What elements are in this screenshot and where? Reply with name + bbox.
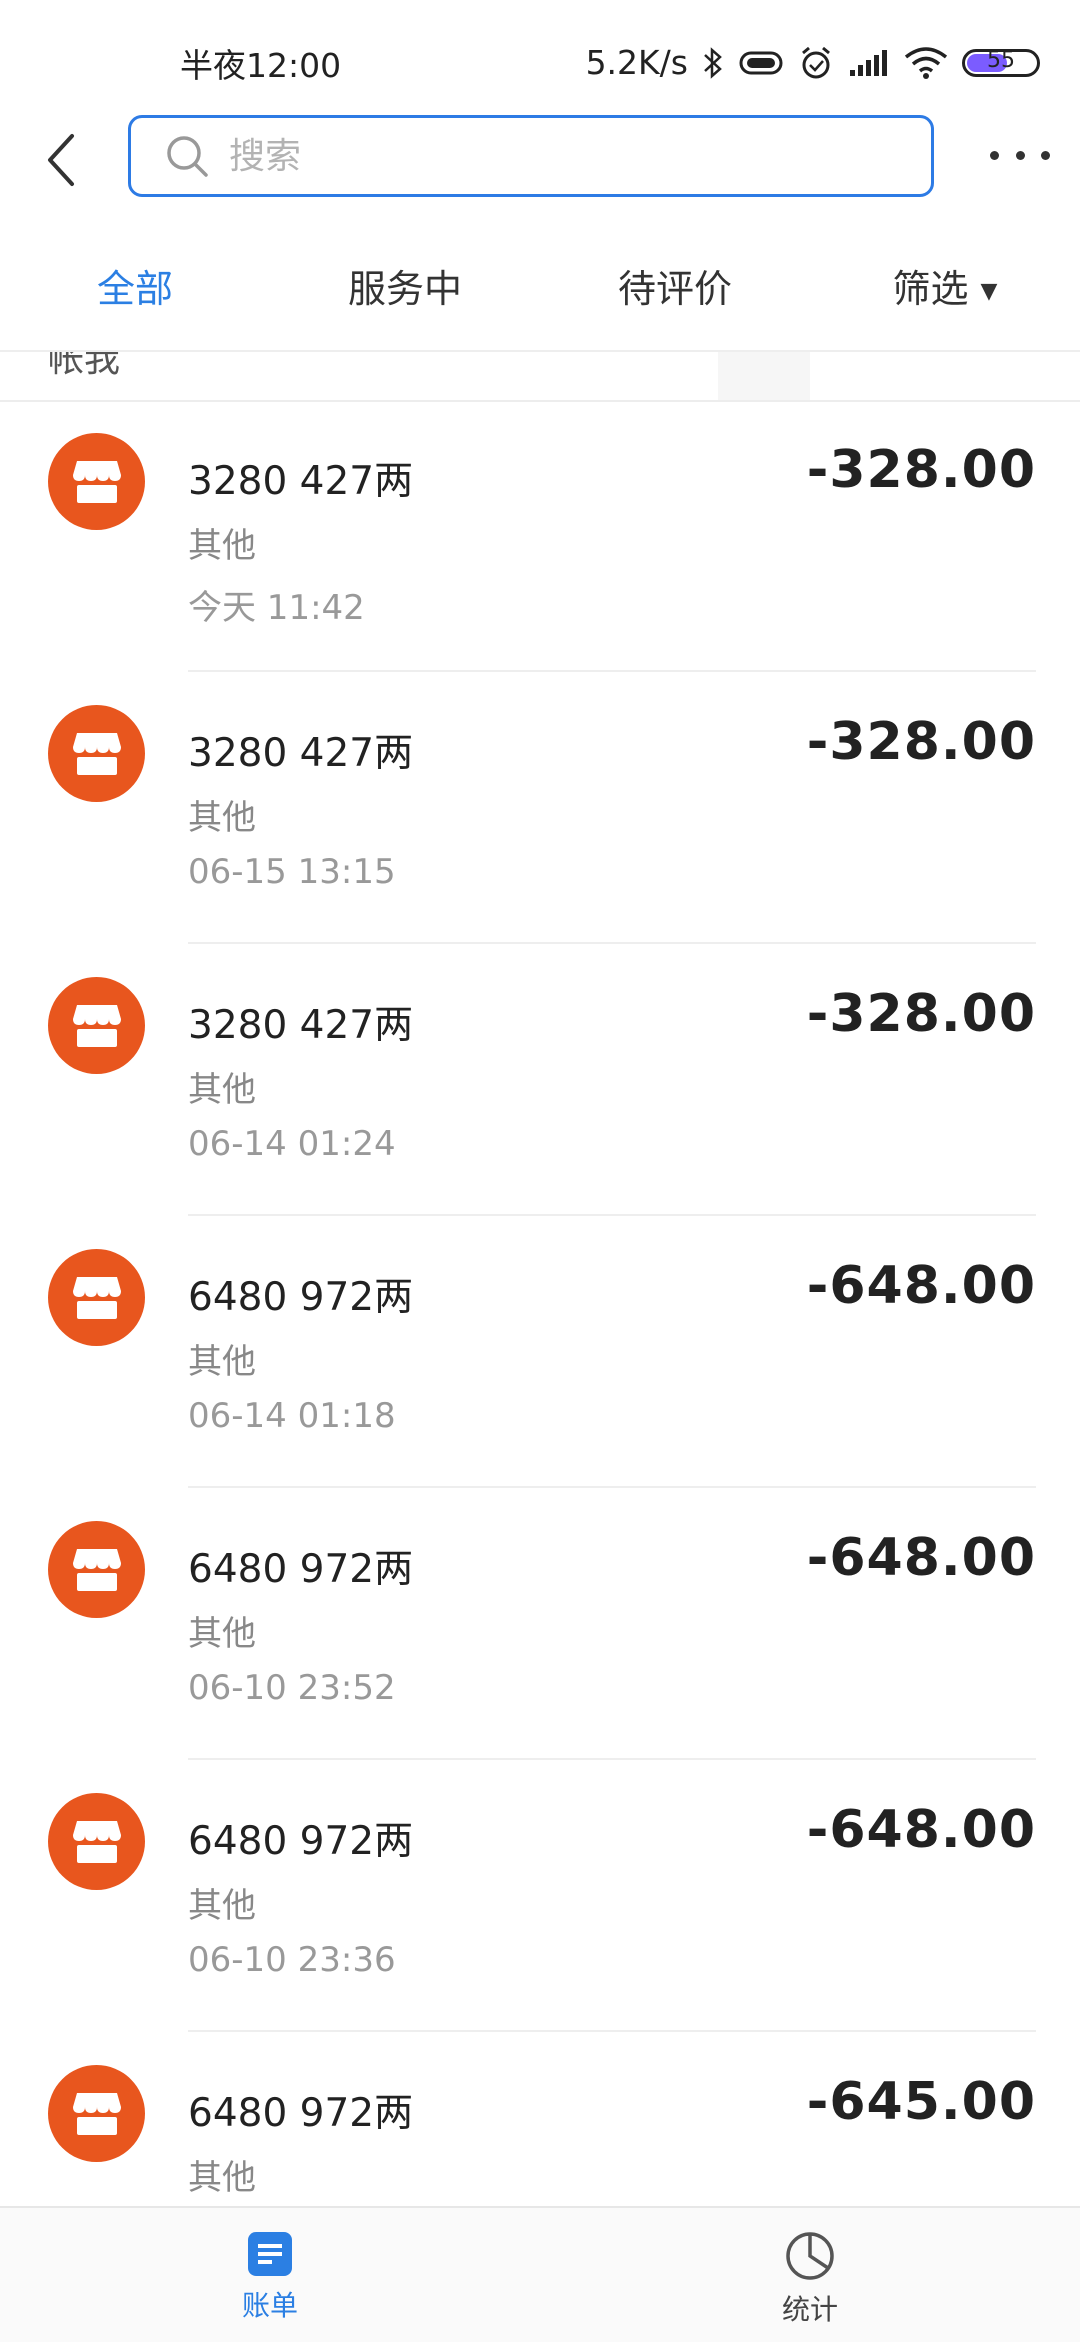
pie-chart-icon xyxy=(786,2232,834,2280)
wifi-icon xyxy=(904,46,948,79)
search-input[interactable] xyxy=(227,134,831,178)
partial-section-header: 帐我 xyxy=(0,352,1080,402)
bill-item[interactable]: 6480 972两 其他 06-10 23:36 -648.00 xyxy=(0,1760,1080,2032)
merchant-icon xyxy=(48,977,145,1074)
more-dot-icon xyxy=(1015,150,1025,160)
bill-category: 其他 xyxy=(188,1886,256,1926)
bill-category: 其他 xyxy=(188,526,256,566)
battery-indicator: 55 xyxy=(962,48,1040,77)
bill-item[interactable]: 6480 972两 其他 06-10 23:52 -648.00 xyxy=(0,1488,1080,1760)
status-bar: 半夜12:00 5.2K/s 55 xyxy=(0,0,1080,125)
status-time: 半夜12:00 xyxy=(180,45,342,85)
bill-title: 6480 972两 xyxy=(188,2091,414,2136)
search-icon xyxy=(167,136,208,177)
tab-all[interactable]: 全部 xyxy=(0,258,270,313)
nav-bills-label: 账单 xyxy=(241,2289,298,2322)
bill-time: 06-10 23:36 xyxy=(188,1940,396,1980)
bill-icon xyxy=(248,2232,292,2276)
bill-title: 3280 427两 xyxy=(188,459,414,504)
merchant-icon xyxy=(48,1521,145,1618)
bill-amount: -645.00 xyxy=(806,2072,1036,2132)
bill-title: 6480 972两 xyxy=(188,1819,414,1864)
bill-title: 6480 972两 xyxy=(188,1547,414,1592)
back-button[interactable] xyxy=(40,130,90,190)
partial-header-text: 帐我 xyxy=(48,352,121,380)
filter-label: 筛选 xyxy=(892,266,969,311)
bill-amount: -648.00 xyxy=(806,1528,1036,1588)
bill-amount: -328.00 xyxy=(806,712,1036,772)
merchant-icon xyxy=(48,1793,145,1890)
bill-amount: -648.00 xyxy=(806,1800,1036,1860)
bill-item[interactable]: 3280 427两 其他 06-15 13:15 -328.00 xyxy=(0,672,1080,944)
nav-statistics[interactable]: 统计 xyxy=(540,2208,1080,2342)
tab-to-review[interactable]: 待评价 xyxy=(540,258,810,313)
bill-amount: -328.00 xyxy=(806,440,1036,500)
merchant-icon xyxy=(48,705,145,802)
bluetooth-icon xyxy=(702,46,724,80)
nav-statistics-label: 统计 xyxy=(781,2293,838,2326)
bill-time: 06-14 01:24 xyxy=(188,1124,396,1164)
back-arrow-icon xyxy=(48,134,74,186)
bill-time: 06-14 01:18 xyxy=(188,1396,396,1436)
signal-icon xyxy=(848,48,890,78)
merchant-icon xyxy=(48,1249,145,1346)
more-options-button[interactable] xyxy=(990,140,1050,170)
bill-category: 其他 xyxy=(188,798,256,838)
bill-category: 其他 xyxy=(188,1070,256,1110)
filter-tabs: 全部 服务中 待评价 筛选 ▼ xyxy=(0,230,1080,340)
tab-filter[interactable]: 筛选 ▼ xyxy=(810,258,1080,313)
bill-title: 3280 427两 xyxy=(188,731,414,776)
bill-title: 3280 427两 xyxy=(188,1003,414,1048)
nav-bills[interactable]: 账单 xyxy=(0,2208,540,2342)
bill-item[interactable]: 6480 972两 其他 06-14 01:18 -648.00 xyxy=(0,1216,1080,1488)
bill-item[interactable]: 3280 427两 其他 06-14 01:24 -328.00 xyxy=(0,944,1080,1216)
vibrate-icon xyxy=(738,49,784,77)
bill-time: 06-15 13:15 xyxy=(188,852,396,892)
merchant-icon xyxy=(48,433,145,530)
bill-category: 其他 xyxy=(188,1614,256,1654)
more-dot-icon xyxy=(1041,150,1050,160)
alarm-icon xyxy=(798,45,834,81)
bill-time: 06-10 23:52 xyxy=(188,1668,396,1708)
bottom-nav: 账单 统计 xyxy=(0,2206,1080,2342)
bill-item[interactable]: 3280 427两 其他 今天 11:42 -328.00 xyxy=(0,400,1080,672)
bill-category: 其他 xyxy=(188,1342,256,1382)
bill-time: 今天 11:42 xyxy=(188,588,365,628)
bill-list[interactable]: 3280 427两 其他 今天 11:42 -328.00 3280 427两 … xyxy=(0,400,1080,2304)
bill-amount: -328.00 xyxy=(806,984,1036,1044)
bill-amount: -648.00 xyxy=(806,1256,1036,1316)
net-speed: 5.2K/s xyxy=(585,43,688,82)
merchant-icon xyxy=(48,2065,145,2162)
header xyxy=(0,110,1080,210)
bill-title: 6480 972两 xyxy=(188,1275,414,1320)
caret-down-icon: ▼ xyxy=(980,278,998,304)
more-dot-icon xyxy=(990,150,999,160)
search-box[interactable] xyxy=(128,115,934,197)
bill-category: 其他 xyxy=(188,2158,256,2198)
battery-level: 55 xyxy=(987,48,1015,73)
tab-in-service[interactable]: 服务中 xyxy=(270,258,540,313)
